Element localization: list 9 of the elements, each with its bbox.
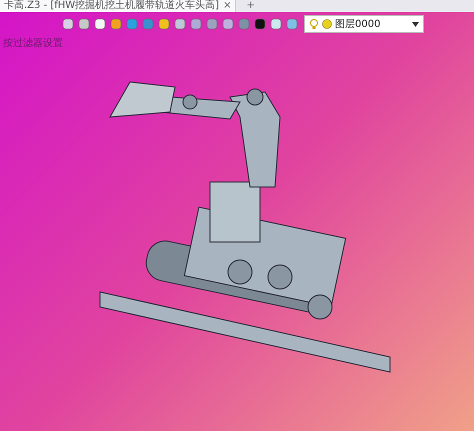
- caret-icon: [412, 22, 419, 26]
- layer-dropdown[interactable]: 图层0000: [304, 15, 424, 33]
- circle-icon: [322, 19, 332, 29]
- square-icon[interactable]: [270, 18, 282, 30]
- layer-name: 图层0000: [335, 18, 382, 31]
- close-tab-button[interactable]: ×: [223, 0, 232, 12]
- lightbulb-icon: [309, 18, 319, 30]
- filter-label: 按过滤器设置: [2, 36, 64, 51]
- new-tab-button[interactable]: +: [246, 0, 255, 12]
